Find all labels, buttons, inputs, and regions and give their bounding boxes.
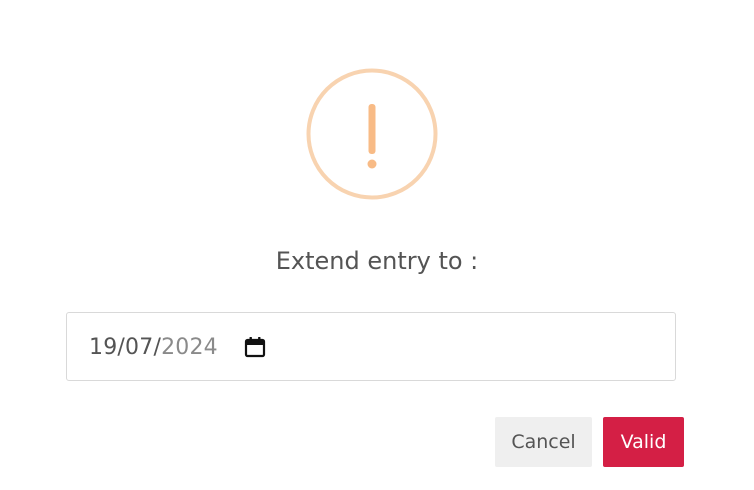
date-day[interactable]: 19: [89, 335, 117, 360]
warning-icon: [306, 68, 438, 200]
dialog-title: Extend entry to :: [275, 247, 479, 275]
date-month[interactable]: 07: [125, 335, 153, 360]
date-year[interactable]: 2024: [161, 335, 218, 360]
date-input[interactable]: 19/07/2024: [66, 312, 676, 381]
calendar-icon[interactable]: [243, 335, 267, 359]
date-separator: /: [153, 335, 162, 360]
valid-button[interactable]: Valid: [603, 417, 684, 467]
extend-entry-dialog: Extend entry to : 19/07/2024 Cancel Vali…: [0, 0, 754, 490]
date-input-value[interactable]: 19/07/2024: [89, 313, 218, 382]
date-separator: /: [117, 335, 126, 360]
cancel-button[interactable]: Cancel: [495, 417, 592, 467]
